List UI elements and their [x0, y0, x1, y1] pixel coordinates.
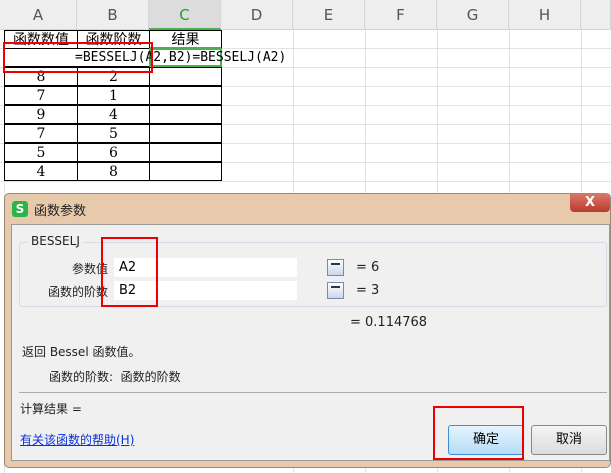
table-cell[interactable] — [149, 162, 222, 181]
table-cell[interactable] — [149, 86, 222, 105]
dialog-body: BESSELJ 参数值 A2 = 6 函数的阶数 B2 = 3 = 0.1147… — [11, 224, 610, 461]
table-cell[interactable]: 7 — [4, 86, 78, 105]
formula-result: = 0.114768 — [350, 315, 428, 330]
column-header-h[interactable]: H — [509, 0, 581, 30]
column-header-e[interactable]: E — [293, 0, 365, 30]
table-cell[interactable] — [149, 124, 222, 143]
arg1-result: = 6 — [356, 260, 380, 275]
formula-cell-text: =BESSELJ(A2,B2)=BESSELJ(A2) — [75, 50, 287, 65]
table-cell[interactable]: 6 — [77, 143, 150, 162]
dialog-titlebar[interactable]: S 函数参数 X — [5, 194, 610, 224]
table-cell[interactable]: 8 — [77, 162, 150, 181]
function-name: BESSELJ — [28, 234, 83, 248]
table-cell[interactable]: 1 — [77, 86, 150, 105]
column-header-blank — [581, 0, 611, 30]
arg2-result: = 3 — [356, 283, 380, 298]
cell-a1[interactable]: 函数数值 — [4, 30, 78, 49]
calc-result: 计算结果 = — [20, 402, 82, 416]
cell-b1[interactable]: 函数阶数 — [77, 30, 150, 49]
arg2-label: 函数的阶数 — [47, 285, 108, 299]
table-cell[interactable]: 5 — [4, 143, 78, 162]
divider — [19, 392, 607, 393]
table-cell[interactable] — [149, 143, 222, 162]
column-header-c[interactable]: C — [149, 0, 221, 30]
table-cell[interactable]: 7 — [4, 124, 78, 143]
argument-help: 函数的阶数: 函数的阶数 — [49, 370, 181, 384]
column-header-a[interactable]: A — [0, 0, 77, 30]
function-description: 返回 Bessel 函数值。 — [22, 345, 141, 359]
select-range-icon[interactable] — [327, 259, 344, 276]
function-arguments-dialog: S 函数参数 X BESSELJ 参数值 A2 = 6 函数的阶数 B2 = 3… — [4, 193, 611, 468]
spreadsheet-logo-icon: S — [12, 201, 28, 217]
column-header-g[interactable]: G — [437, 0, 509, 30]
column-header-f[interactable]: F — [365, 0, 437, 30]
table-cell[interactable]: 4 — [77, 105, 150, 124]
table-cell[interactable]: 8 — [4, 67, 78, 86]
dialog-title: 函数参数 — [34, 204, 87, 219]
table-cell[interactable]: 2 — [77, 67, 150, 86]
arg1-label: 参数值 — [71, 262, 108, 276]
help-link[interactable]: 有关该函数的帮助(H) — [20, 431, 134, 448]
gridline — [0, 181, 611, 182]
arg2-input[interactable]: B2 — [114, 281, 297, 300]
table-cell[interactable] — [149, 67, 222, 86]
cell-c1[interactable]: 结果 — [149, 30, 222, 49]
close-button[interactable]: X — [570, 194, 610, 212]
cancel-button[interactable]: 取消 — [531, 425, 607, 455]
table-cell[interactable]: 4 — [4, 162, 78, 181]
arg1-input[interactable]: A2 — [114, 258, 297, 277]
column-header-b[interactable]: B — [77, 0, 149, 30]
table-cell[interactable] — [149, 105, 222, 124]
select-range-icon[interactable] — [327, 282, 344, 299]
column-header-d[interactable]: D — [221, 0, 293, 30]
ok-button[interactable]: 确定 — [448, 425, 524, 455]
table-cell[interactable]: 5 — [77, 124, 150, 143]
table-cell[interactable]: 9 — [4, 105, 78, 124]
